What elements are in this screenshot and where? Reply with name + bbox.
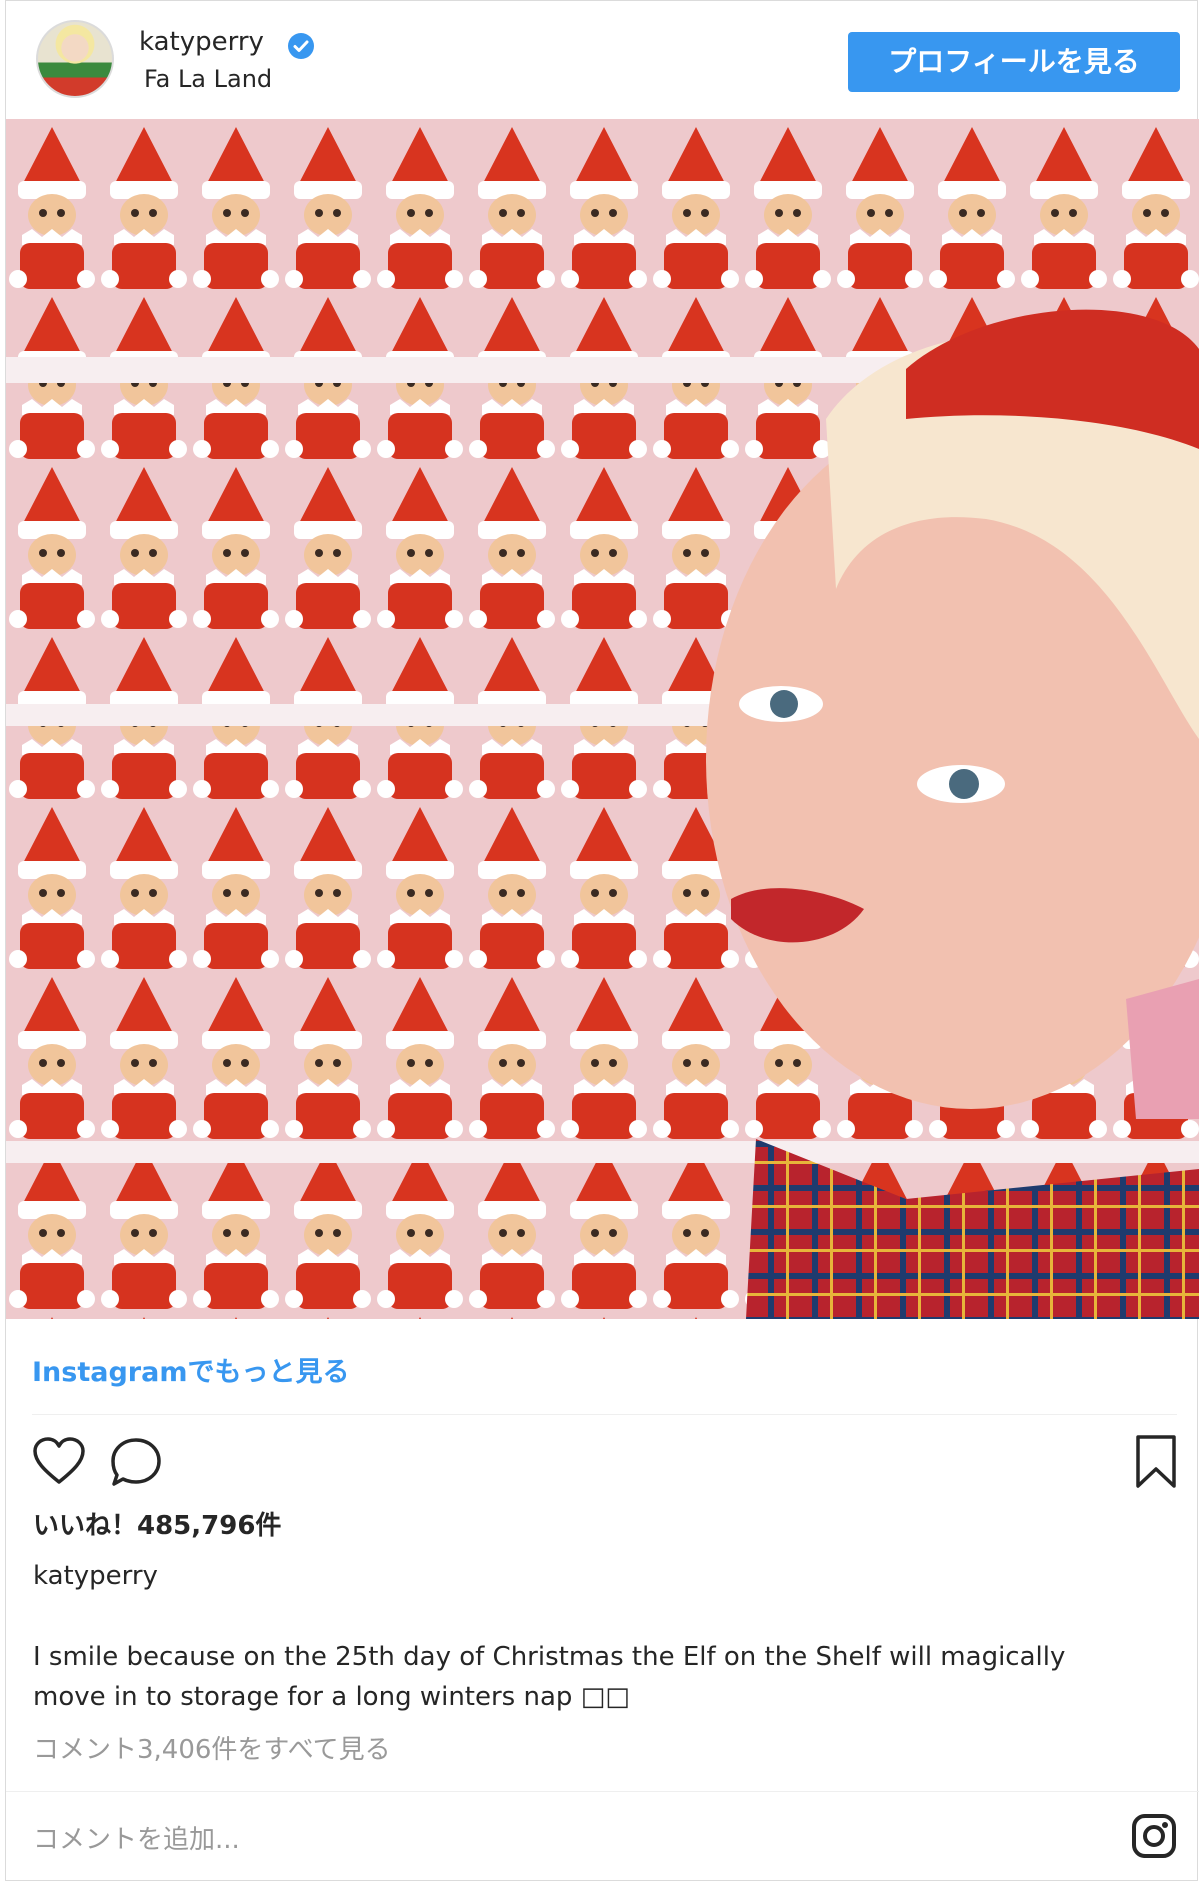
post-header: katyperry Fa La Land プロフィールを見る xyxy=(6,1,1197,119)
divider xyxy=(6,1791,1199,1792)
caption-line: move in to storage for a long winters na… xyxy=(33,1677,1153,1717)
emoji-placeholder: □□ xyxy=(580,1682,630,1712)
username[interactable]: katyperry xyxy=(139,27,264,57)
verified-badge-icon xyxy=(288,33,314,59)
heart-icon[interactable] xyxy=(32,1436,86,1490)
instagram-embed-card: katyperry Fa La Land プロフィールを見る Instagram… xyxy=(5,0,1199,1881)
post-photo-image xyxy=(6,119,1199,1319)
location[interactable]: Fa La Land xyxy=(144,65,272,93)
add-comment-input[interactable]: コメントを追加... xyxy=(33,1819,240,1856)
caption-username[interactable]: katyperry xyxy=(33,1561,158,1591)
bookmark-icon[interactable] xyxy=(1134,1434,1178,1494)
likes-count[interactable]: いいね！485,796件 xyxy=(33,1505,281,1542)
comment-icon[interactable] xyxy=(109,1436,163,1492)
view-all-comments-link[interactable]: コメント3,406件をすべて見る xyxy=(33,1729,391,1766)
view-more-on-instagram-link[interactable]: Instagramでもっと見る xyxy=(32,1350,349,1389)
divider xyxy=(32,1414,1177,1415)
caption-text: I smile because on the 25th day of Chris… xyxy=(33,1637,1153,1717)
post-photo[interactable] xyxy=(6,119,1199,1319)
view-profile-button[interactable]: プロフィールを見る xyxy=(848,32,1180,92)
caption-line: I smile because on the 25th day of Chris… xyxy=(33,1642,1066,1672)
caption-line-text: move in to storage for a long winters na… xyxy=(33,1682,581,1712)
avatar[interactable] xyxy=(36,20,114,98)
instagram-icon[interactable] xyxy=(1131,1813,1177,1863)
